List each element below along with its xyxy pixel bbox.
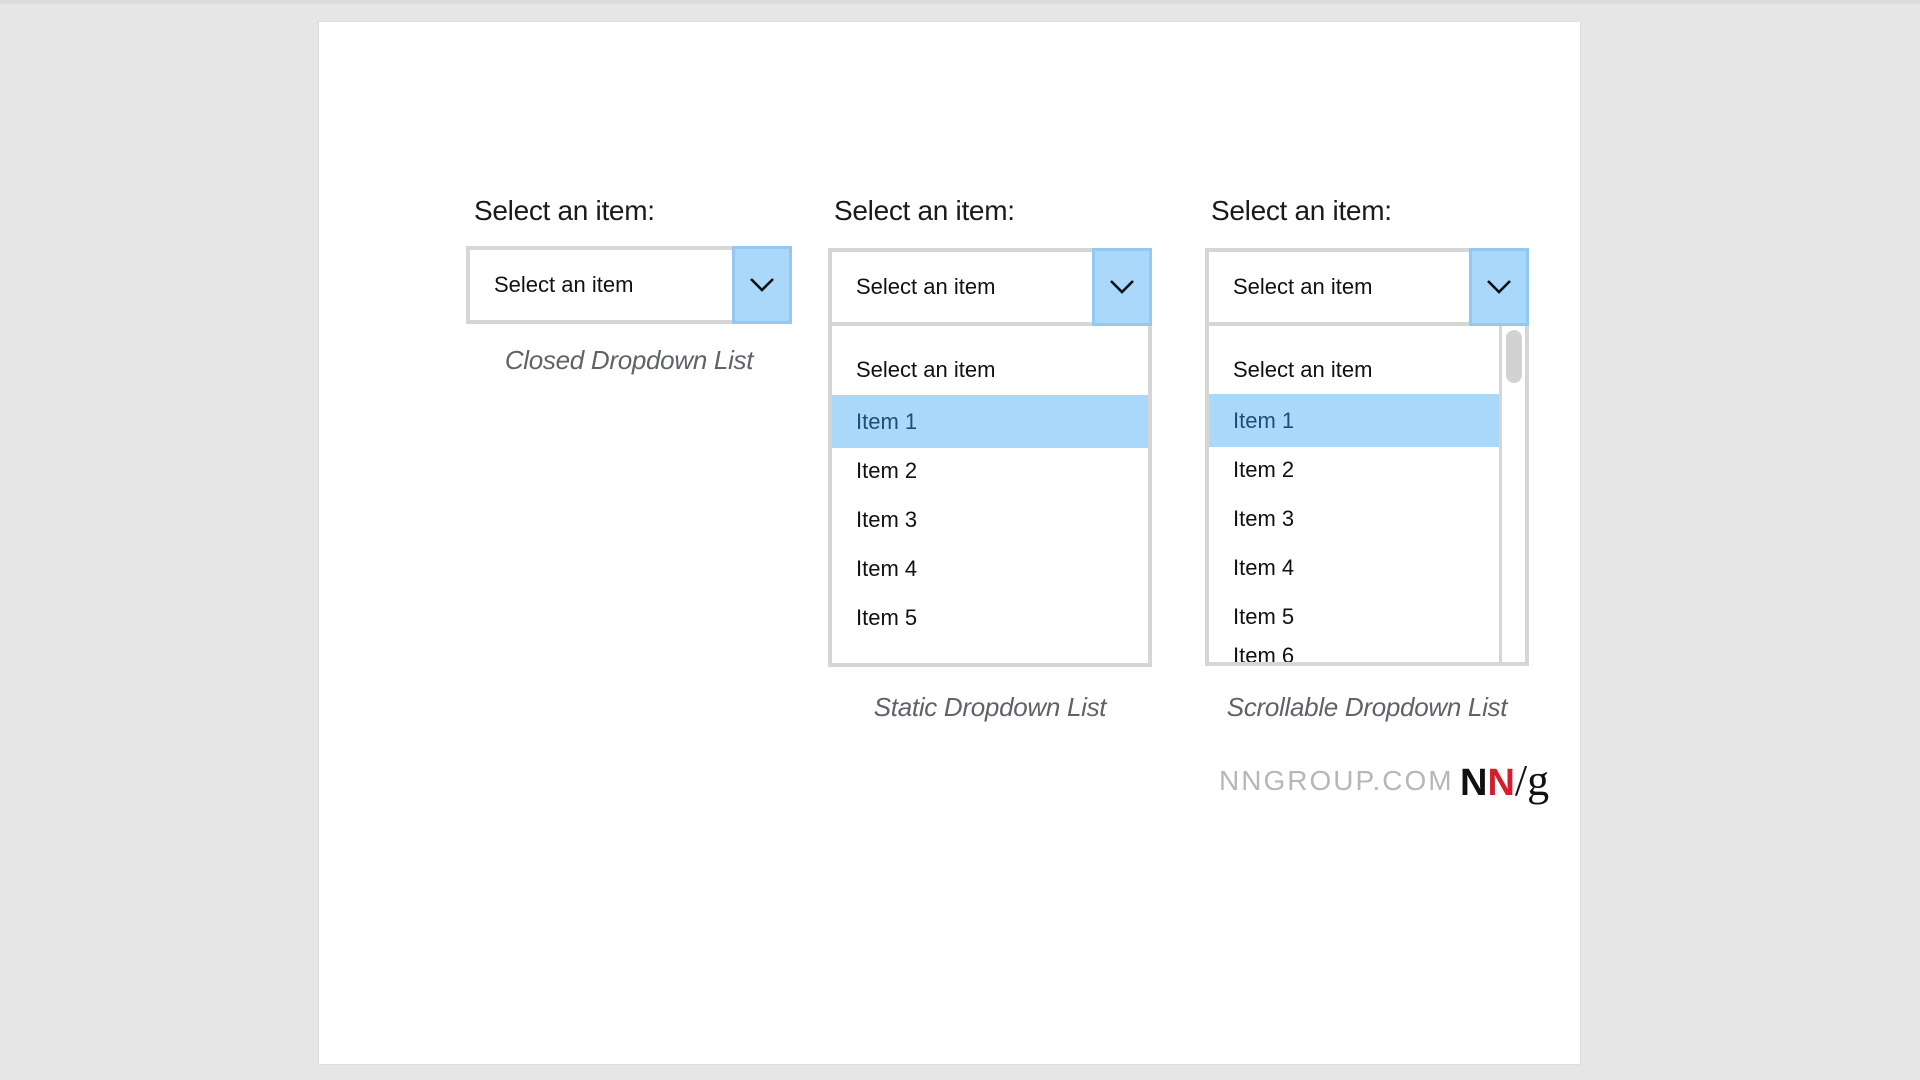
static-dropdown-value: Select an item <box>856 274 996 299</box>
scrollable-option-item-3[interactable]: Item 3 <box>1209 492 1499 545</box>
static-option-item-4[interactable]: Item 4 <box>832 542 1148 595</box>
closed-dropdown-value: Select an item <box>494 272 634 297</box>
scrollable-option-item-4[interactable]: Item 4 <box>1209 541 1499 594</box>
nng-logo: NN/g <box>1460 755 1549 806</box>
static-option-item-1[interactable]: Item 1 <box>832 395 1148 448</box>
scrollable-dropdown-caption: Scrollable Dropdown List <box>1226 692 1508 722</box>
nngroup-site-text: NNGROUP.COM <box>1219 765 1454 796</box>
closed-dropdown-select[interactable]: Select an item <box>466 246 792 324</box>
scrollable-option-item-6[interactable]: Item 6 <box>1209 629 1499 662</box>
scrollable-dropdown-list: Select an item Item 1 Item 2 Item 3 Item… <box>1205 326 1529 666</box>
static-dropdown-select[interactable]: Select an item <box>828 248 1152 326</box>
scrollable-dropdown-select[interactable]: Select an item <box>1205 248 1529 326</box>
static-option-item-2[interactable]: Item 2 <box>832 444 1148 497</box>
closed-dropdown-label: Select an item: <box>474 195 655 226</box>
logo-g: g <box>1527 756 1550 805</box>
chevron-down-icon <box>1487 280 1511 294</box>
scrollable-option-placeholder[interactable]: Select an item <box>1209 343 1499 396</box>
closed-dropdown-caption: Closed Dropdown List <box>504 345 754 375</box>
scrollable-option-item-2[interactable]: Item 2 <box>1209 443 1499 496</box>
static-option-item-3[interactable]: Item 3 <box>832 493 1148 546</box>
static-option-item-5[interactable]: Item 5 <box>832 591 1148 644</box>
scrollable-dropdown-toggle-button[interactable] <box>1469 248 1529 326</box>
chevron-down-icon <box>1110 280 1134 294</box>
logo-slash: / <box>1514 756 1528 805</box>
scrollbar-track[interactable] <box>1499 326 1525 662</box>
closed-dropdown-toggle-button[interactable] <box>732 246 792 324</box>
scrollable-option-item-1[interactable]: Item 1 <box>1209 394 1499 447</box>
scrollable-dropdown-label: Select an item: <box>1211 195 1392 226</box>
logo-n-red: N <box>1487 762 1515 804</box>
static-dropdown-caption: Static Dropdown List <box>873 692 1107 722</box>
top-edge <box>0 0 1920 4</box>
logo-n-black: N <box>1460 762 1488 804</box>
scrollbar-thumb[interactable] <box>1506 330 1522 383</box>
static-dropdown-list: Select an item Item 1 Item 2 Item 3 Item… <box>828 326 1152 667</box>
figure-page: Select an item: Select an item Closed Dr… <box>319 22 1580 1064</box>
scrollable-dropdown-value: Select an item <box>1233 274 1373 299</box>
static-dropdown-label: Select an item: <box>834 195 1015 226</box>
static-option-placeholder[interactable]: Select an item <box>832 343 1148 396</box>
chevron-down-icon <box>750 278 774 292</box>
static-dropdown-toggle-button[interactable] <box>1092 248 1152 326</box>
